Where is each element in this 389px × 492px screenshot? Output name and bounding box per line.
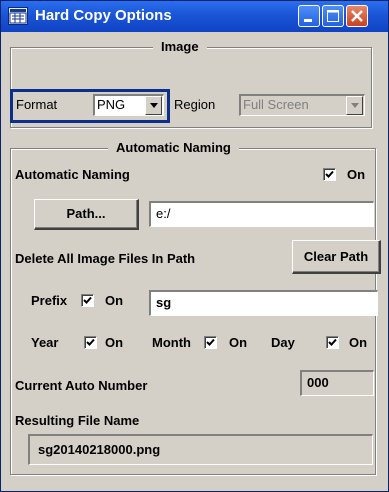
maximize-button[interactable] [322,5,344,27]
checkmark-icon [206,338,215,346]
prefix-on-label: On [105,293,124,308]
format-select[interactable]: PNG [93,94,164,116]
current-auto-number-label: Current Auto Number [15,378,148,393]
clear-path-button[interactable]: Clear Path [292,240,381,274]
format-label: Format [16,97,58,112]
checkmark-icon [325,170,334,178]
region-select[interactable]: Full Screen [239,94,365,116]
month-label: Month [152,335,191,350]
automatic-naming-on-label: On [347,167,366,182]
current-auto-number-field: 000 [300,370,374,396]
checkmark-icon [86,338,95,346]
close-icon [351,10,363,22]
path-field[interactable]: e:/ [149,201,374,227]
close-button[interactable] [346,5,368,27]
day-label: Day [271,335,295,350]
month-checkbox[interactable] [204,336,217,349]
chevron-down-icon[interactable] [346,96,363,115]
minimize-icon [304,19,312,22]
minimize-button[interactable] [298,5,320,27]
region-label: Region [174,97,216,112]
prefix-checkbox[interactable] [81,294,94,307]
day-on-label: On [349,335,368,350]
prefix-field[interactable]: sg [149,290,378,316]
maximize-icon [327,10,339,22]
region-select-value: Full Screen [243,97,309,112]
checkmark-icon [328,338,337,346]
title-bar[interactable]: Hard Copy Options [1,1,388,32]
automatic-naming-checkbox[interactable] [323,168,336,181]
window-title: Hard Copy Options [35,7,172,24]
resulting-file-name-label: Resulting File Name [15,413,140,428]
hard-copy-options-window: Hard Copy Options Image Format PNG Regio… [0,0,389,492]
resulting-file-name-field: sg20140218000.png [28,434,373,465]
path-button[interactable]: Path... [34,199,139,230]
prefix-label: Prefix [31,293,68,308]
chevron-down-icon[interactable] [145,96,162,115]
format-select-value: PNG [97,97,126,112]
image-group-title: Image [153,39,207,54]
delete-files-label: Delete All Image Files In Path [15,251,196,266]
automatic-naming-label: Automatic Naming [15,167,130,182]
year-label: Year [31,335,59,350]
automatic-naming-group-title: Automatic Naming [108,140,239,155]
year-checkbox[interactable] [84,336,97,349]
year-on-label: On [105,335,124,350]
window-app-icon [8,7,28,25]
checkmark-icon [83,296,92,304]
day-checkbox[interactable] [326,336,339,349]
month-on-label: On [229,335,248,350]
